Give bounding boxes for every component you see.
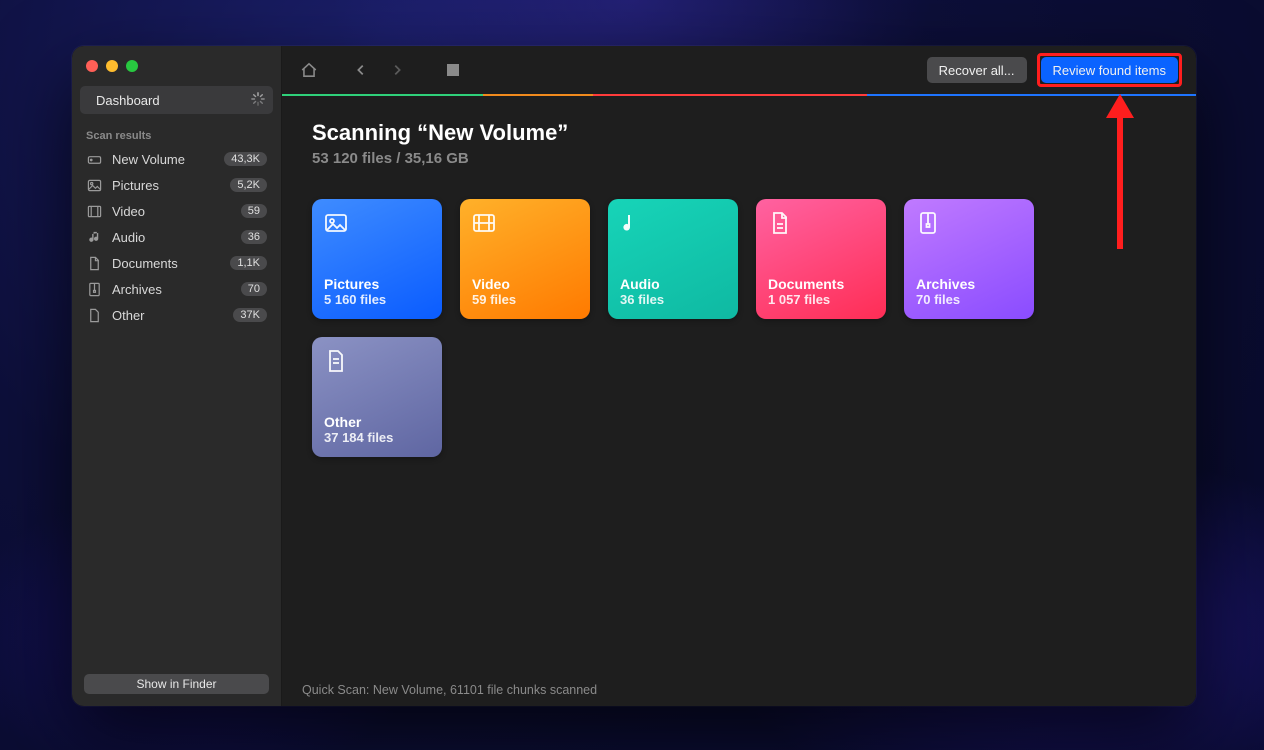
sidebar-dashboard[interactable]: Dashboard: [80, 86, 273, 114]
card-sub: 5 160 files: [324, 292, 430, 307]
card-title: Documents: [768, 276, 874, 292]
annotation-highlight: Review found items: [1037, 53, 1182, 87]
card-title: Pictures: [324, 276, 430, 292]
archive-icon: [916, 211, 940, 235]
card-sub: 70 files: [916, 292, 1022, 307]
window-minimize-button[interactable]: [106, 60, 118, 72]
window-close-button[interactable]: [86, 60, 98, 72]
window-zoom-button[interactable]: [126, 60, 138, 72]
stop-button[interactable]: [440, 57, 466, 83]
picture-icon: [86, 177, 102, 193]
sidebar-item-pictures[interactable]: Pictures 5,2K: [72, 172, 281, 198]
card-documents[interactable]: Documents 1 057 files: [756, 199, 886, 319]
show-in-finder-button[interactable]: Show in Finder: [84, 674, 269, 694]
review-label: Review found items: [1053, 63, 1166, 78]
sidebar-item-audio[interactable]: Audio 36: [72, 224, 281, 250]
main-panel: Recover all... Review found items Scanni…: [282, 46, 1196, 706]
card-title: Audio: [620, 276, 726, 292]
card-sub: 59 files: [472, 292, 578, 307]
nav-back-button[interactable]: [348, 57, 374, 83]
card-title: Archives: [916, 276, 1022, 292]
home-button[interactable]: [296, 57, 322, 83]
card-archives[interactable]: Archives 70 files: [904, 199, 1034, 319]
sidebar-item-count: 5,2K: [230, 178, 267, 192]
scan-subtitle: 53 120 files / 35,16 GB: [312, 150, 1166, 167]
card-pictures[interactable]: Pictures 5 160 files: [312, 199, 442, 319]
sidebar-item-count: 59: [241, 204, 267, 218]
card-sub: 1 057 files: [768, 292, 874, 307]
category-cards: Pictures 5 160 files Video 59 files Audi…: [282, 167, 1196, 457]
film-icon: [472, 211, 496, 235]
file-icon: [324, 349, 348, 373]
sidebar-item-label: New Volume: [112, 152, 214, 167]
dashboard-label: Dashboard: [96, 93, 160, 108]
archive-icon: [86, 281, 102, 297]
sidebar-section-label: Scan results: [72, 122, 281, 146]
recover-all-button[interactable]: Recover all...: [927, 57, 1027, 83]
sidebar-item-new-volume[interactable]: New Volume 43,3K: [72, 146, 281, 172]
sidebar-item-documents[interactable]: Documents 1,1K: [72, 250, 281, 276]
music-icon: [620, 211, 644, 235]
sidebar-item-count: 36: [241, 230, 267, 244]
sidebar-item-count: 1,1K: [230, 256, 267, 270]
sidebar-item-label: Audio: [112, 230, 231, 245]
sidebar-item-label: Video: [112, 204, 231, 219]
review-found-items-button[interactable]: Review found items: [1041, 57, 1178, 83]
music-icon: [86, 229, 102, 245]
sidebar-item-label: Archives: [112, 282, 231, 297]
scan-title: Scanning “New Volume”: [312, 120, 1166, 146]
sidebar-item-label: Documents: [112, 256, 220, 271]
toolbar: Recover all... Review found items: [282, 46, 1196, 94]
card-other[interactable]: Other 37 184 files: [312, 337, 442, 457]
finder-button-label: Show in Finder: [136, 677, 216, 691]
document-icon: [86, 255, 102, 271]
sidebar-item-count: 70: [241, 282, 267, 296]
window-controls: [72, 46, 281, 82]
app-window: Dashboard Scan results New Volume 43,3K …: [72, 46, 1196, 706]
sidebar-item-count: 37K: [233, 308, 267, 322]
sidebar-item-archives[interactable]: Archives 70: [72, 276, 281, 302]
status-bar: Quick Scan: New Volume, 61101 file chunk…: [282, 674, 1196, 706]
sidebar-item-label: Other: [112, 308, 223, 323]
sidebar: Dashboard Scan results New Volume 43,3K …: [72, 46, 282, 706]
card-title: Other: [324, 414, 430, 430]
file-icon: [86, 307, 102, 323]
sidebar-item-other[interactable]: Other 37K: [72, 302, 281, 328]
nav-forward-button[interactable]: [384, 57, 410, 83]
status-text: Quick Scan: New Volume, 61101 file chunk…: [302, 683, 597, 697]
sidebar-item-count: 43,3K: [224, 152, 267, 166]
document-icon: [768, 211, 792, 235]
card-sub: 37 184 files: [324, 430, 430, 445]
picture-icon: [324, 211, 348, 235]
recover-all-label: Recover all...: [939, 63, 1015, 78]
card-audio[interactable]: Audio 36 files: [608, 199, 738, 319]
scan-header: Scanning “New Volume” 53 120 files / 35,…: [282, 96, 1196, 167]
card-title: Video: [472, 276, 578, 292]
sidebar-item-video[interactable]: Video 59: [72, 198, 281, 224]
scan-progress-bar: [282, 94, 1196, 96]
card-sub: 36 files: [620, 292, 726, 307]
card-video[interactable]: Video 59 files: [460, 199, 590, 319]
drive-icon: [86, 151, 102, 167]
sidebar-item-label: Pictures: [112, 178, 220, 193]
film-icon: [86, 203, 102, 219]
spinner-icon: [251, 92, 265, 109]
